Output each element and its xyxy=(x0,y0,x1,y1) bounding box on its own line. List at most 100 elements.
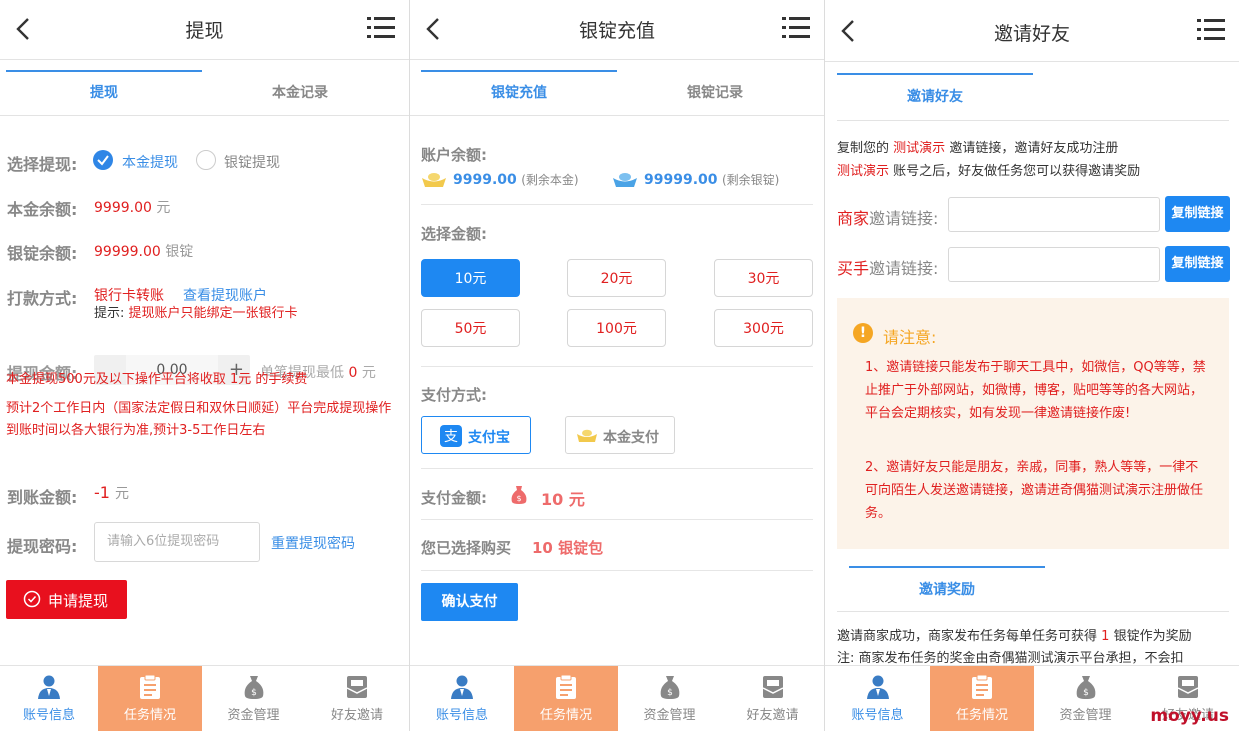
fee-notice: 本金提现500元及以下操作平台将收取 1元 的手续费 xyxy=(6,372,308,387)
svg-text:$: $ xyxy=(251,688,257,698)
tab-principal-records[interactable]: 本金记录 xyxy=(202,70,398,115)
hint: 提示: 提现账户只能绑定一张银行卡 xyxy=(94,306,298,321)
ingot-balance: 99999.00 (剩余银锭) xyxy=(644,172,780,188)
buyer-link-input[interactable] xyxy=(948,247,1160,282)
page-title: 银锭充值 xyxy=(578,20,655,42)
option-principal[interactable]: 本金提现 xyxy=(122,152,178,172)
svg-text:$: $ xyxy=(667,688,673,698)
principal-label: 本金余额: xyxy=(7,200,78,219)
nav-tasks[interactable]: 任务情况 xyxy=(98,666,202,731)
tab-ingot-records[interactable]: 银锭记录 xyxy=(617,70,813,115)
money-bag-icon: $ xyxy=(244,676,263,699)
svg-text:支: 支 xyxy=(444,429,458,445)
password-label: 提现密码: xyxy=(7,537,78,556)
amount-option[interactable]: 30元 xyxy=(714,259,813,297)
password-input[interactable]: 请输入6位提现密码 xyxy=(94,522,260,562)
header: 提现 xyxy=(0,0,409,60)
header: 银锭充值 xyxy=(410,0,824,60)
clipboard-icon xyxy=(140,674,160,699)
tab-bar: 提现 本金记录 xyxy=(0,70,409,116)
copy-buyer-link-button[interactable]: 复制链接 xyxy=(1165,246,1230,282)
gold-ingot-icon xyxy=(577,429,597,442)
invite-panel: 邀请好友 邀请好友 复制您的 测试演示 邀请链接，邀请好友成功注册 测试演示 账号… xyxy=(825,0,1239,731)
selected-label: 您已选择购买 xyxy=(421,539,512,557)
radio-empty-icon[interactable] xyxy=(196,150,216,170)
amount-option[interactable]: 10元 xyxy=(421,259,520,297)
merchant-link-input[interactable] xyxy=(948,197,1160,232)
nav-funds[interactable]: $ 资金管理 xyxy=(1034,666,1137,731)
menu-list-icon[interactable] xyxy=(782,16,810,40)
pay-amount-label: 支付金额: xyxy=(421,489,487,507)
gold-ingot-icon xyxy=(422,173,446,187)
confirm-pay-button[interactable]: 确认支付 xyxy=(421,583,518,621)
alipay-icon: 支 xyxy=(440,425,462,447)
arrive-label: 到账金额: xyxy=(7,488,78,507)
bottom-nav: 账号信息 任务情况 $ 资金管理 好友邀请 xyxy=(0,665,409,731)
divider xyxy=(421,468,813,469)
amount-option[interactable]: 300元 xyxy=(714,309,813,347)
nav-account[interactable]: 账号信息 xyxy=(0,666,98,731)
choose-label: 选择提现: xyxy=(7,155,78,174)
tab-recharge[interactable]: 银锭充值 xyxy=(421,70,617,115)
money-bag-icon: $ xyxy=(1076,676,1095,699)
ingot-balance: 99999.00 银锭 xyxy=(94,244,194,260)
arrive-amount: -1 元 xyxy=(94,483,130,502)
check-circle-icon xyxy=(23,590,41,608)
recharge-panel: 银锭充值 银锭充值 银锭记录 账户余额: 9999.00 (剩余本金) 9999… xyxy=(410,0,824,731)
menu-list-icon[interactable] xyxy=(1197,18,1225,42)
amount-option[interactable]: 50元 xyxy=(421,309,520,347)
nav-account[interactable]: 账号信息 xyxy=(410,666,514,731)
nav-account[interactable]: 账号信息 xyxy=(825,666,930,731)
copy-merchant-link-button[interactable]: 复制链接 xyxy=(1165,196,1230,232)
amount-option[interactable]: 100元 xyxy=(567,309,666,347)
reward-header: 邀请奖励 xyxy=(837,566,1229,612)
divider xyxy=(421,366,813,367)
ingot-label: 银锭余额: xyxy=(7,244,78,263)
watermark: moyy.us xyxy=(1150,706,1229,726)
nav-funds[interactable]: $ 资金管理 xyxy=(618,666,721,731)
balance-label: 账户余额: xyxy=(421,146,487,164)
user-icon xyxy=(38,675,60,699)
nav-tasks[interactable]: 任务情况 xyxy=(930,666,1034,731)
warning-icon: ! xyxy=(853,323,873,343)
pay-method-label: 打款方式: xyxy=(7,289,78,308)
page-title: 邀请好友 xyxy=(993,23,1070,45)
tab-invite[interactable]: 邀请好友 xyxy=(837,73,1033,119)
divider xyxy=(421,570,813,571)
principal-balance: 9999.00 (剩余本金) xyxy=(453,172,579,188)
alipay-option[interactable]: 支 支付宝 xyxy=(421,416,531,454)
tab-bar: 邀请好友 xyxy=(837,73,1229,121)
nav-funds[interactable]: $ 资金管理 xyxy=(202,666,305,731)
reward-text: 邀请商家成功，商家发布任务每单任务可获得 1 银锭作为奖励 注: 商家发布任务的奖… xyxy=(837,629,1192,666)
apply-withdraw-button[interactable]: 申请提现 xyxy=(6,580,127,619)
envelope-icon xyxy=(762,676,783,698)
nav-tasks[interactable]: 任务情况 xyxy=(514,666,618,731)
tab-bar: 银锭充值 银锭记录 xyxy=(410,70,824,116)
merchant-link-label: 商家邀请链接: xyxy=(837,209,939,228)
amount-option[interactable]: 20元 xyxy=(567,259,666,297)
option-ingot[interactable]: 银锭提现 xyxy=(224,152,280,172)
withdraw-panel: 提现 提现 本金记录 选择提现: 本金提现 银锭提现 本金余额: 9999.00… xyxy=(0,0,409,731)
principal-pay-option[interactable]: 本金支付 xyxy=(565,416,675,454)
nav-invite[interactable]: 好友邀请 xyxy=(721,666,824,731)
svg-text:$: $ xyxy=(516,494,521,503)
selected-value: 10 银锭包 xyxy=(532,539,604,557)
page-title: 提现 xyxy=(185,20,224,42)
tab-withdraw[interactable]: 提现 xyxy=(6,70,202,115)
choose-amount-label: 选择金额: xyxy=(421,225,487,243)
divider xyxy=(421,519,813,520)
notice-item: 2、邀请好友只能是朋友，亲戚，同事，熟人等等，一律不可向陌生人发送邀请链接，邀请… xyxy=(865,460,1204,521)
envelope-icon xyxy=(346,676,368,698)
nav-invite[interactable]: 好友邀请 xyxy=(305,666,409,731)
clipboard-icon xyxy=(556,674,576,699)
notice-box: ! 请注意: 1、邀请链接只能发布于聊天工具中，如微信，QQ等等，禁止推广于外部… xyxy=(837,298,1229,549)
divider xyxy=(421,204,813,205)
silver-ingot-icon xyxy=(613,173,637,187)
time-notice: 预计2个工作日内（国家法定假日和双休日顺延）平台完成提现操作 到账时间以各大银行… xyxy=(6,401,392,438)
menu-list-icon[interactable] xyxy=(367,16,395,40)
check-circle-icon[interactable] xyxy=(93,150,113,170)
user-icon xyxy=(866,675,889,699)
pay-amount-value: 10 元 xyxy=(541,490,585,509)
reset-password-link[interactable]: 重置提现密码 xyxy=(271,533,355,553)
bottom-nav: 账号信息 任务情况 $ 资金管理 好友邀请 xyxy=(410,665,824,731)
